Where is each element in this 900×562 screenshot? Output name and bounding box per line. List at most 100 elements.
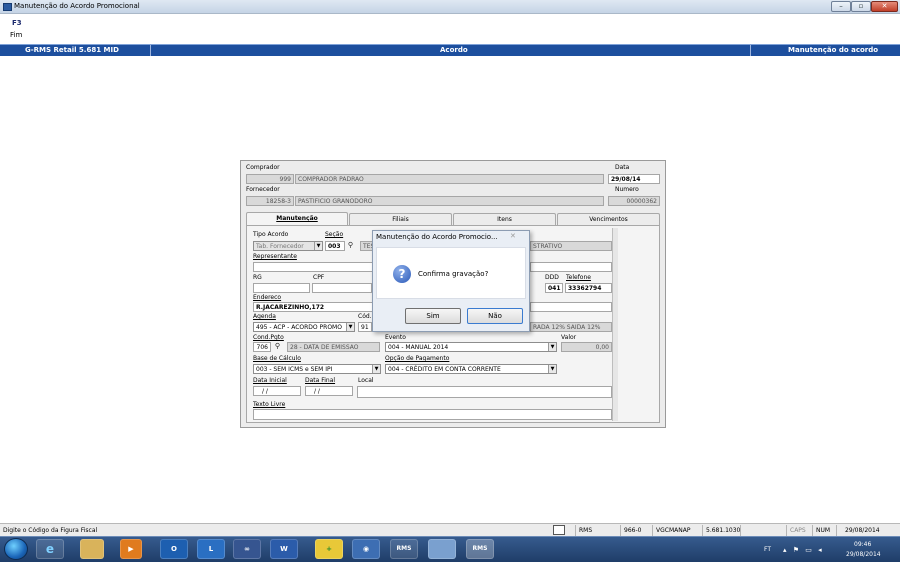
tray-language[interactable]: FT — [764, 546, 771, 553]
window-app-icon[interactable] — [428, 539, 456, 559]
shortcut-key[interactable]: F3 — [12, 19, 22, 27]
cond-pgto-code-field[interactable]: 706 — [253, 342, 271, 352]
representante-field-end[interactable] — [530, 262, 612, 272]
opcao-pagamento-select[interactable]: 004 - CRÉDITO EM CONTA CORRENTE ▼ — [385, 364, 557, 374]
rms-app-icon[interactable]: RMS — [390, 539, 418, 559]
cond-pgto-label: Cond.Pgto — [253, 334, 284, 341]
numero-label: Numero — [615, 186, 639, 193]
tab-manutencao[interactable]: Manutenção — [246, 212, 348, 225]
conference-icon[interactable]: ∞ — [233, 539, 261, 559]
data-inicial-field[interactable]: / / — [253, 386, 301, 396]
window-title: Manutenção do Acordo Promocional — [14, 2, 140, 10]
texto-livre-field[interactable] — [253, 409, 612, 420]
binoculars-icon[interactable]: ⚲ — [273, 342, 282, 351]
status-date: 29/08/2014 — [836, 525, 900, 536]
endereco-field-end[interactable] — [530, 302, 612, 312]
fornecedor-code-field[interactable]: 18258-3 — [246, 196, 294, 206]
tray-icons[interactable]: ▴ ⚑ ▭ ◂ — [783, 546, 824, 554]
agenda-value: 495 - ACP - ACORDO PROMO — [256, 324, 342, 331]
data-final-label: Data Final — [305, 377, 336, 384]
clock-date[interactable]: 29/08/2014 — [846, 551, 881, 558]
opcao-pagamento-value: 004 - CRÉDITO EM CONTA CORRENTE — [388, 366, 501, 373]
evento-value: 004 - MANUAL 2014 — [388, 344, 449, 351]
app-header: G-RMS Retail 5.681 MID Acordo Manutenção… — [0, 44, 900, 56]
evento-label: Evento — [385, 334, 406, 341]
dialog-close-icon[interactable]: ✕ — [510, 232, 516, 240]
outlook-icon[interactable]: O — [160, 539, 188, 559]
cpf-field[interactable] — [312, 283, 372, 293]
base-calculo-select[interactable]: 003 - SEM ICMS e SEM IPI ▼ — [253, 364, 381, 374]
header-separator — [150, 45, 151, 56]
local-field[interactable] — [357, 386, 612, 398]
chevron-down-icon: ▼ — [548, 343, 556, 351]
telefone-field[interactable]: 33362794 — [565, 283, 612, 293]
internet-explorer-icon[interactable]: e — [36, 539, 64, 559]
chevron-down-icon: ▼ — [314, 242, 322, 250]
windows-start-icon[interactable] — [4, 538, 28, 560]
endereco-label: Endereco — [253, 294, 282, 301]
valor-label: Valor — [561, 334, 577, 341]
keyboard-icon — [553, 525, 565, 535]
secao-code-field[interactable]: 003 — [325, 241, 345, 251]
title-bar: Manutenção do Acordo Promocional — [0, 0, 900, 14]
header-separator — [750, 45, 751, 56]
chevron-down-icon: ▼ — [372, 365, 380, 373]
telefone-label: Telefone — [566, 274, 591, 281]
agenda-select[interactable]: 495 - ACP - ACORDO PROMO ▼ — [253, 322, 355, 332]
shortcut-label[interactable]: Fim — [10, 31, 22, 39]
clock-time[interactable]: 09:46 — [854, 541, 871, 548]
tab-filiais[interactable]: Filiais — [349, 213, 452, 225]
rms-app-icon-active[interactable]: RMS — [466, 539, 494, 559]
yes-button[interactable]: Sim — [405, 308, 461, 324]
base-calculo-value: 003 - SEM ICMS e SEM IPI — [256, 366, 333, 373]
secao-label: Seção — [325, 231, 344, 238]
maximize-button[interactable]: ▫ — [851, 1, 871, 12]
cpf-label: CPF — [313, 274, 325, 281]
valor-field[interactable]: 0,00 — [561, 342, 612, 352]
chevron-down-icon: ▼ — [346, 323, 354, 331]
fornecedor-name-field: PASTIFICIO GRANODORO — [295, 196, 604, 206]
numero-field: 00000362 — [608, 196, 660, 206]
endereco-field[interactable]: R.JACAREZINHO,172 — [253, 302, 373, 312]
chevron-down-icon: ▼ — [548, 365, 556, 373]
representante-label: Representante — [253, 253, 297, 260]
status-message: Digite o Código da Figura Fiscal — [3, 527, 98, 534]
tab-vencimentos[interactable]: Vencimentos — [557, 213, 660, 225]
data-field[interactable]: 29/08/14 — [608, 174, 660, 184]
question-icon: ? — [393, 265, 411, 283]
cod-field[interactable]: 91 — [358, 322, 372, 332]
status-store: 966-0 — [620, 525, 650, 536]
minimize-button[interactable]: – — [831, 1, 851, 12]
ddd-field[interactable]: 041 — [545, 283, 563, 293]
comprador-label: Comprador — [246, 164, 280, 171]
folder-icon[interactable] — [80, 539, 104, 559]
binoculars-icon[interactable]: ⚲ — [346, 241, 355, 250]
lync-icon[interactable]: L — [197, 539, 225, 559]
status-empty — [740, 525, 786, 536]
toolbox-icon[interactable]: + — [315, 539, 343, 559]
word-icon[interactable]: W — [270, 539, 298, 559]
tipo-acordo-select[interactable]: Tab. Fornecedor ▼ — [253, 241, 323, 251]
no-button[interactable]: Não — [467, 308, 523, 324]
tipo-acordo-value: Tab. Fornecedor — [256, 243, 304, 250]
header-screen: Manutenção do acordo — [788, 46, 879, 54]
cod-desc-field: RADA 12% SAIDA 12% — [530, 322, 612, 332]
evento-select[interactable]: 004 - MANUAL 2014 ▼ — [385, 342, 557, 352]
secao-name-field-end: STRATIVO — [530, 241, 612, 251]
media-player-icon[interactable]: ▶ — [120, 539, 142, 559]
close-button[interactable]: ✕ — [871, 1, 898, 12]
rg-field[interactable] — [253, 283, 310, 293]
vertical-scrollbar[interactable] — [612, 228, 618, 421]
header-module: Acordo — [440, 46, 468, 54]
ddd-label: DDD — [545, 274, 559, 281]
representante-field[interactable] — [253, 262, 373, 272]
fornecedor-label: Fornecedor — [246, 186, 280, 193]
dialog-message: Confirma gravação? — [418, 270, 489, 278]
tab-itens[interactable]: Itens — [453, 213, 556, 225]
status-bar: Digite o Código da Figura Fiscal RMS 966… — [0, 523, 900, 536]
data-final-field[interactable]: / / — [305, 386, 353, 396]
comprador-code-field[interactable]: 999 — [246, 174, 294, 184]
remote-icon[interactable]: ◉ — [352, 539, 380, 559]
data-label: Data — [615, 164, 630, 171]
rg-label: RG — [253, 274, 262, 281]
